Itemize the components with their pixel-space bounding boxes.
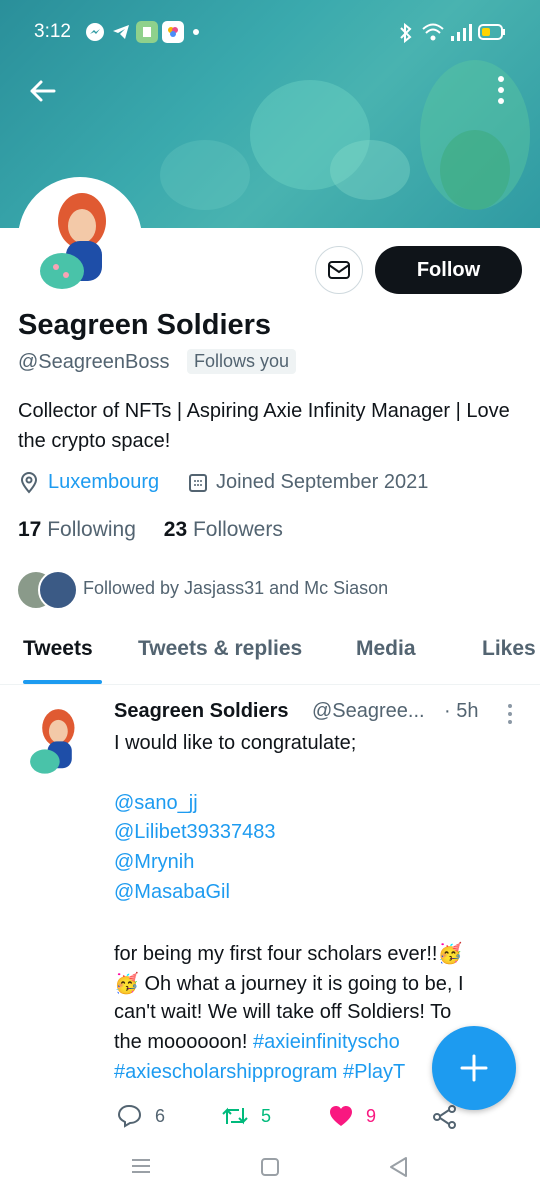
tab-media[interactable]: Media [356, 637, 416, 661]
follow-button[interactable]: Follow [375, 246, 522, 294]
status-bar: 3:12 [0, 0, 540, 64]
back-arrow-icon[interactable] [28, 76, 58, 106]
divider [0, 684, 540, 685]
retweet-count: 5 [261, 1105, 272, 1126]
following-link[interactable]: 17 Following [18, 518, 136, 541]
tweet-author-name[interactable]: Seagreen Soldiers [114, 700, 289, 723]
follow-counts: 17 Following 23 Followers [18, 518, 283, 542]
more-options-icon[interactable] [494, 74, 508, 108]
tweet-text-line: I would like to congratulate; [114, 732, 357, 754]
follows-you-badge: Follows you [187, 349, 297, 374]
following-count: 17 [18, 518, 42, 541]
follower-avatar[interactable] [38, 570, 78, 610]
share-button[interactable] [432, 1104, 458, 1130]
mention-link[interactable]: @Lilibet39337483 [114, 821, 276, 844]
envelope-icon [328, 261, 350, 279]
status-time: 3:12 [34, 21, 71, 42]
mention-link[interactable]: @Mrynih [114, 851, 194, 874]
bluetooth-icon [399, 22, 413, 50]
hashtag-link-tail[interactable]: o [389, 1031, 400, 1053]
compose-tweet-button[interactable] [432, 1026, 516, 1110]
retweet-button[interactable]: 5 [221, 1104, 271, 1128]
mention-link[interactable]: @sano_jj [114, 792, 198, 815]
tweet-text-line: #axiescholarshipprogram #PlayT [114, 1061, 405, 1084]
tweet-text-line: can't wait! We will take off Soldiers! T… [114, 1001, 452, 1023]
wifi-icon [422, 22, 444, 48]
system-navigation-bar [0, 1140, 540, 1200]
battery-icon [478, 24, 506, 46]
followers-label: Followers [192, 518, 283, 541]
tab-likes[interactable]: Likes [482, 637, 536, 661]
messenger-icon [84, 21, 106, 43]
telegram-icon [110, 21, 132, 43]
photos-icon [162, 21, 184, 43]
location-link[interactable]: Luxembourg [48, 471, 159, 494]
reply-button[interactable]: 6 [117, 1104, 165, 1128]
followers-count: 23 [163, 518, 188, 541]
tweet-text-line: for being my first four scholars ever!!🥳 [114, 943, 463, 965]
tweet-author-avatar[interactable] [18, 701, 96, 779]
app-icon [136, 21, 158, 43]
tweet-time: · 5h [444, 700, 479, 722]
hashtag-link[interactable]: #axieinfinitysch [253, 1031, 389, 1053]
profile-name: Seagreen Soldiers [18, 309, 272, 341]
calendar-icon [189, 473, 207, 492]
tweet-text: the moooooon! [114, 1031, 253, 1053]
tab-tweets[interactable]: Tweets [23, 637, 93, 661]
heart-icon [330, 1106, 352, 1126]
tweet-text-line: the moooooon! #axieinfinityscho [114, 1031, 400, 1054]
followed-by-text[interactable]: Followed by Jasjass31 and Mc Siason [83, 578, 388, 599]
message-button[interactable] [315, 246, 363, 294]
retweet-icon [222, 1107, 248, 1125]
location-pin-icon [20, 471, 38, 494]
tweet-author-handle: @Seagree... [312, 700, 425, 722]
home-icon[interactable] [260, 1157, 280, 1182]
like-button[interactable]: 9 [328, 1104, 376, 1128]
profile-avatar[interactable] [18, 177, 142, 301]
hashtag-link[interactable]: #axiescholarshipprogram [114, 1061, 337, 1083]
recent-apps-icon[interactable] [131, 1158, 151, 1179]
like-count: 9 [366, 1105, 377, 1126]
mention-link[interactable]: @MasabaGil [114, 881, 230, 904]
following-label: Following [47, 518, 136, 541]
hashtag-link[interactable]: #PlayT [337, 1061, 405, 1083]
signal-icon [450, 22, 472, 48]
share-icon [433, 1105, 456, 1129]
location: Luxembourg [18, 471, 159, 494]
joined-text: Joined September 2021 [216, 471, 429, 493]
tab-tweets-replies[interactable]: Tweets & replies [138, 637, 302, 661]
joined-date: Joined September 2021 [188, 471, 428, 494]
reply-count: 6 [155, 1105, 166, 1126]
profile-handle: @SeagreenBoss [18, 351, 170, 373]
reply-icon [117, 1104, 142, 1128]
plus-icon [460, 1054, 488, 1082]
back-nav-icon[interactable] [388, 1156, 408, 1183]
notification-dot-icon [193, 29, 199, 35]
followers-link[interactable]: 23 Followers [164, 518, 283, 541]
tweet-text-line: 🥳 Oh what a journey it is going to be, I [114, 973, 464, 995]
profile-bio: Collector of NFTs | Aspiring Axie Infini… [18, 400, 510, 452]
tweet-more-icon[interactable] [505, 703, 515, 725]
